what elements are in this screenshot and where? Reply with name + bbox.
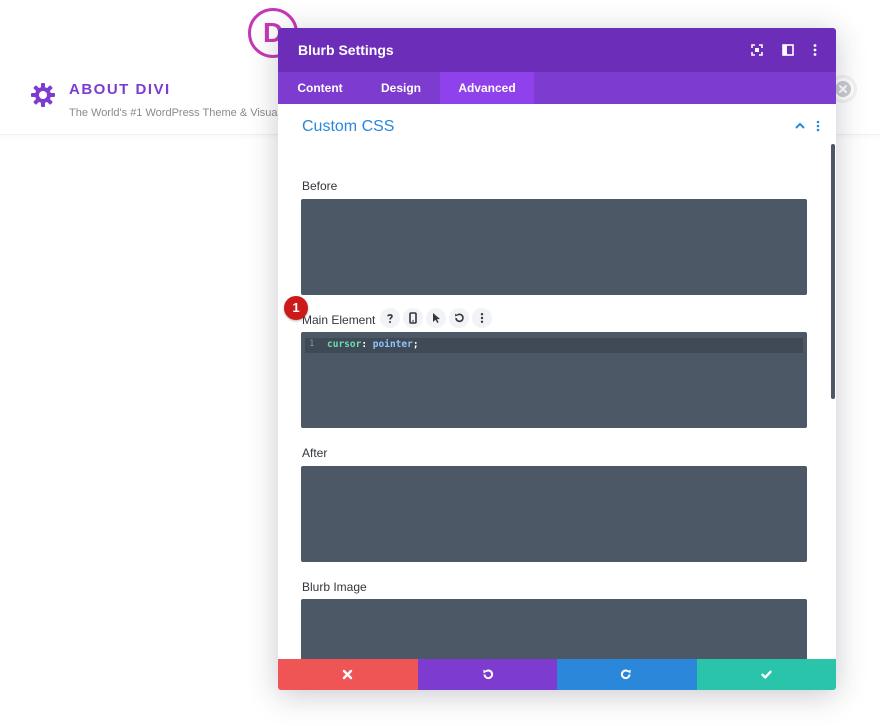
section-title[interactable]: Custom CSS [302, 118, 394, 136]
close-icon [342, 669, 353, 680]
tab-advanced[interactable]: Advanced [440, 72, 534, 104]
split-view-icon[interactable] [780, 42, 796, 58]
settings-tabs: Content Design Advanced [278, 72, 836, 104]
undo-icon [482, 669, 493, 680]
cursor-icon[interactable] [426, 308, 446, 328]
gear-icon [31, 83, 55, 107]
code-value: pointer [372, 339, 413, 350]
css-editor-after[interactable] [301, 466, 807, 562]
field-label-blurb-image: Blurb Image [302, 580, 367, 594]
help-icon[interactable] [380, 308, 400, 328]
field-label-after: After [302, 446, 328, 460]
blurb-settings-modal: Blurb Settings Content Design Advanced C… [278, 28, 836, 690]
code-colon: : [361, 339, 368, 350]
css-editor-main-element[interactable]: 1 cursor: pointer; [301, 332, 807, 428]
modal-footer [278, 659, 836, 690]
about-title: ABOUT DIVI [69, 81, 171, 98]
about-subtitle: The World's #1 WordPress Theme & Visual … [69, 107, 279, 119]
css-editor-before[interactable] [301, 199, 807, 295]
modal-title: Blurb Settings [298, 42, 394, 58]
code-semicolon: ; [412, 339, 419, 350]
scrollbar[interactable] [831, 144, 835, 399]
check-icon [760, 670, 772, 679]
field-label-main-element: Main Element [302, 313, 376, 327]
expand-icon[interactable] [749, 42, 765, 58]
code-property: cursor [327, 339, 362, 350]
redo-icon [620, 669, 631, 680]
reset-icon[interactable] [449, 308, 469, 328]
line-number: 1 [309, 339, 315, 349]
settings-body: Custom CSS Before Main Element 1 cursor:… [278, 104, 836, 690]
chevron-up-icon[interactable] [794, 120, 806, 132]
tab-design[interactable]: Design [362, 72, 440, 104]
tab-content[interactable]: Content [278, 72, 362, 104]
field-label-before: Before [302, 179, 338, 193]
undo-button[interactable] [417, 659, 557, 690]
more-vertical-icon[interactable] [807, 42, 823, 58]
page: D ABOUT DIVI The World's #1 WordPress Th… [0, 0, 880, 726]
modal-header: Blurb Settings [278, 28, 836, 72]
mobile-icon[interactable] [403, 308, 423, 328]
more-vertical-icon[interactable] [472, 308, 492, 328]
more-vertical-icon[interactable] [814, 120, 822, 132]
code-text[interactable]: cursor: pointer; [327, 339, 419, 350]
save-button[interactable] [696, 659, 836, 690]
redo-button[interactable] [557, 659, 697, 690]
step-badge: 1 [284, 296, 308, 320]
discard-button[interactable] [278, 659, 418, 690]
